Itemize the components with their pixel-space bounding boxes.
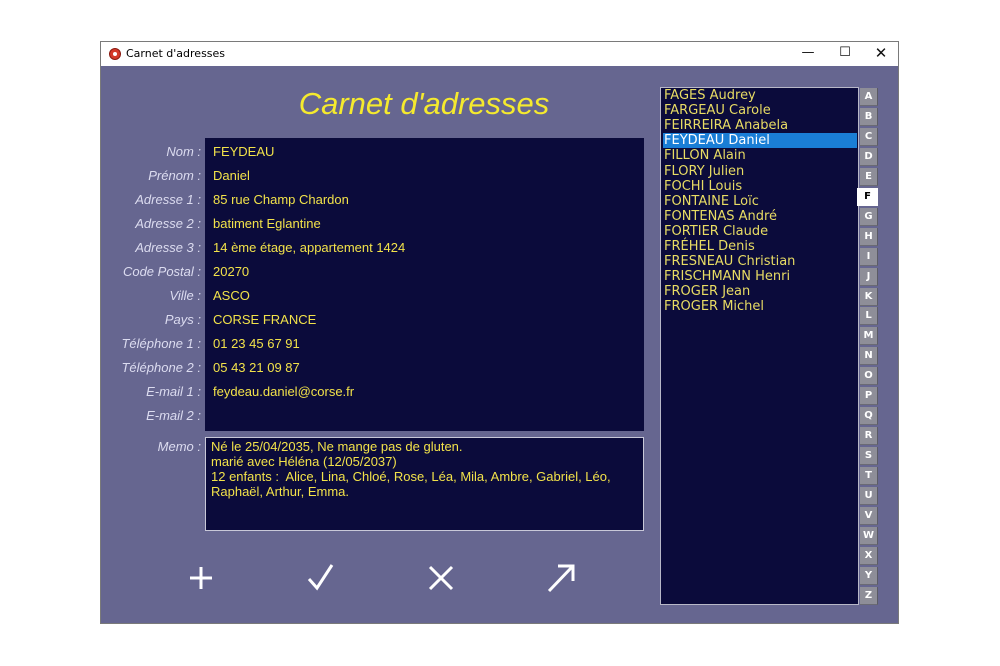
letter-tab-a[interactable]: A bbox=[860, 88, 878, 106]
contact-list-item[interactable]: FROGER Michel bbox=[663, 299, 857, 314]
letter-tab-l[interactable]: L bbox=[860, 307, 878, 326]
fields-panel: FEYDEAU Daniel 85 rue Champ Chardon batimen… bbox=[205, 138, 644, 431]
field-label: Nom : bbox=[166, 144, 201, 159]
arrow-up-right-icon bbox=[547, 564, 575, 593]
field-label: Adresse 1 : bbox=[135, 192, 201, 207]
window-title: Carnet d'adresses bbox=[126, 47, 226, 60]
letter-tab-j[interactable]: J bbox=[860, 267, 878, 286]
letter-tab-o[interactable]: O bbox=[860, 367, 878, 386]
field-label: Téléphone 1 : bbox=[121, 336, 201, 351]
field-value[interactable]: CORSE FRANCE bbox=[213, 312, 316, 327]
field-value[interactable]: 01 23 45 67 91 bbox=[213, 336, 300, 351]
letter-tab-s[interactable]: S bbox=[860, 447, 878, 466]
field-label: Code Postal : bbox=[122, 264, 201, 279]
letter-tab-k[interactable]: K bbox=[860, 287, 878, 306]
field-label: Adresse 2 : bbox=[135, 216, 201, 231]
field-value[interactable]: FEYDEAU bbox=[213, 144, 274, 159]
contact-list-item[interactable]: FILLON Alain bbox=[663, 148, 857, 163]
letter-tab-y[interactable]: Y bbox=[860, 566, 878, 585]
field-value[interactable]: ASCO bbox=[213, 288, 250, 303]
letter-tab-x[interactable]: X bbox=[860, 546, 878, 565]
app-icon bbox=[109, 48, 121, 60]
field-value[interactable]: Daniel bbox=[213, 168, 250, 183]
contact-list-item[interactable]: FONTENAS André bbox=[663, 209, 857, 224]
contact-list-item[interactable]: FOCHI Louis bbox=[663, 179, 857, 194]
letter-tab-w[interactable]: W bbox=[860, 526, 878, 545]
contact-list-item[interactable]: FRÉHEL Denis bbox=[663, 239, 857, 254]
page-title: Carnet d'adresses bbox=[298, 86, 550, 121]
letter-tab-q[interactable]: Q bbox=[860, 407, 878, 426]
letter-tab-t[interactable]: T bbox=[860, 467, 878, 486]
main-area: Carnet d'adresses Nom : Prénom : Adresse 1… bbox=[101, 66, 898, 623]
field-label: E-mail 1 : bbox=[146, 384, 201, 399]
letter-tab-u[interactable]: U bbox=[860, 487, 878, 505]
contact-list-item[interactable]: FEIRREIRA Anabela bbox=[663, 118, 857, 133]
add-icon bbox=[190, 567, 212, 589]
letter-tab-n[interactable]: N bbox=[860, 347, 878, 366]
add-button[interactable] bbox=[181, 556, 221, 600]
contact-list-item[interactable]: FAGES Audrey bbox=[663, 88, 857, 103]
letter-tab-b[interactable]: B bbox=[860, 107, 878, 126]
field-label: Adresse 3 : bbox=[135, 240, 201, 255]
letter-tab-p[interactable]: P bbox=[860, 387, 878, 406]
contact-list-item[interactable]: FORTIER Claude bbox=[663, 224, 857, 239]
letter-tab-c[interactable]: C bbox=[860, 127, 878, 146]
letter-tab-z[interactable]: Z bbox=[860, 586, 878, 605]
memo-field[interactable]: Né le 25/04/2035, Ne mange pas de gluten… bbox=[205, 437, 644, 531]
field-value[interactable]: batiment Eglantine bbox=[213, 216, 321, 231]
memo-label: Memo : bbox=[157, 439, 201, 454]
letter-tab-f[interactable]: F bbox=[857, 187, 878, 206]
contact-list-item[interactable]: FARGEAU Carole bbox=[663, 103, 857, 118]
field-value[interactable]: 85 rue Champ Chardon bbox=[213, 192, 349, 207]
letter-tab-g[interactable]: G bbox=[860, 207, 878, 226]
letter-tab-r[interactable]: R bbox=[860, 427, 878, 446]
contact-list-item[interactable]: FLORY Julien bbox=[663, 164, 857, 179]
letter-tab-h[interactable]: H bbox=[860, 227, 878, 246]
app-window: Carnet d'adresses — ☐ ✕ Carnet d'adresse… bbox=[100, 41, 899, 624]
letter-tab-v[interactable]: V bbox=[860, 506, 878, 525]
memo-text: Né le 25/04/2035, Ne mange pas de gluten… bbox=[211, 439, 611, 499]
contact-list-item[interactable]: FRESNEAU Christian bbox=[663, 254, 857, 269]
field-label: Téléphone 2 : bbox=[121, 360, 201, 375]
field-value[interactable]: feydeau.daniel@corse.fr bbox=[213, 384, 354, 399]
contact-list-item[interactable]: FEYDEAU Daniel bbox=[663, 133, 857, 149]
field-value[interactable]: 05 43 21 09 87 bbox=[213, 360, 300, 375]
maximize-button[interactable]: ☐ bbox=[827, 42, 863, 66]
contact-list-item[interactable]: FROGER Jean bbox=[663, 284, 857, 299]
letter-tab-e[interactable]: E bbox=[860, 167, 878, 186]
field-value[interactable]: 20270 bbox=[213, 264, 249, 279]
field-label: Pays : bbox=[164, 312, 201, 327]
letter-tab-d[interactable]: D bbox=[860, 147, 878, 166]
export-button[interactable] bbox=[541, 556, 581, 600]
cross-icon bbox=[428, 565, 454, 591]
letter-tab-i[interactable]: I bbox=[860, 247, 878, 266]
field-value[interactable]: 14 ème étage, appartement 1424 bbox=[213, 240, 405, 255]
minimize-button[interactable]: — bbox=[790, 42, 826, 66]
field-label: Prénom : bbox=[148, 168, 201, 183]
validate-button[interactable] bbox=[301, 556, 341, 600]
contact-list-item[interactable]: FRISCHMANN Henri bbox=[663, 269, 857, 284]
close-button[interactable]: ✕ bbox=[863, 42, 899, 66]
cancel-button[interactable] bbox=[421, 556, 461, 600]
contact-list[interactable]: FAGES Audrey FARGEAU Carole FEIRREIRA Anab… bbox=[660, 87, 859, 605]
field-label: E-mail 2 : bbox=[146, 408, 201, 423]
field-label: Ville : bbox=[169, 288, 201, 303]
title-bar: Carnet d'adresses — ☐ ✕ bbox=[101, 42, 898, 66]
contact-list-item[interactable]: FONTAINE Loïc bbox=[663, 194, 857, 209]
letter-tab-m[interactable]: M bbox=[860, 327, 878, 346]
checkmark-icon bbox=[307, 564, 334, 591]
